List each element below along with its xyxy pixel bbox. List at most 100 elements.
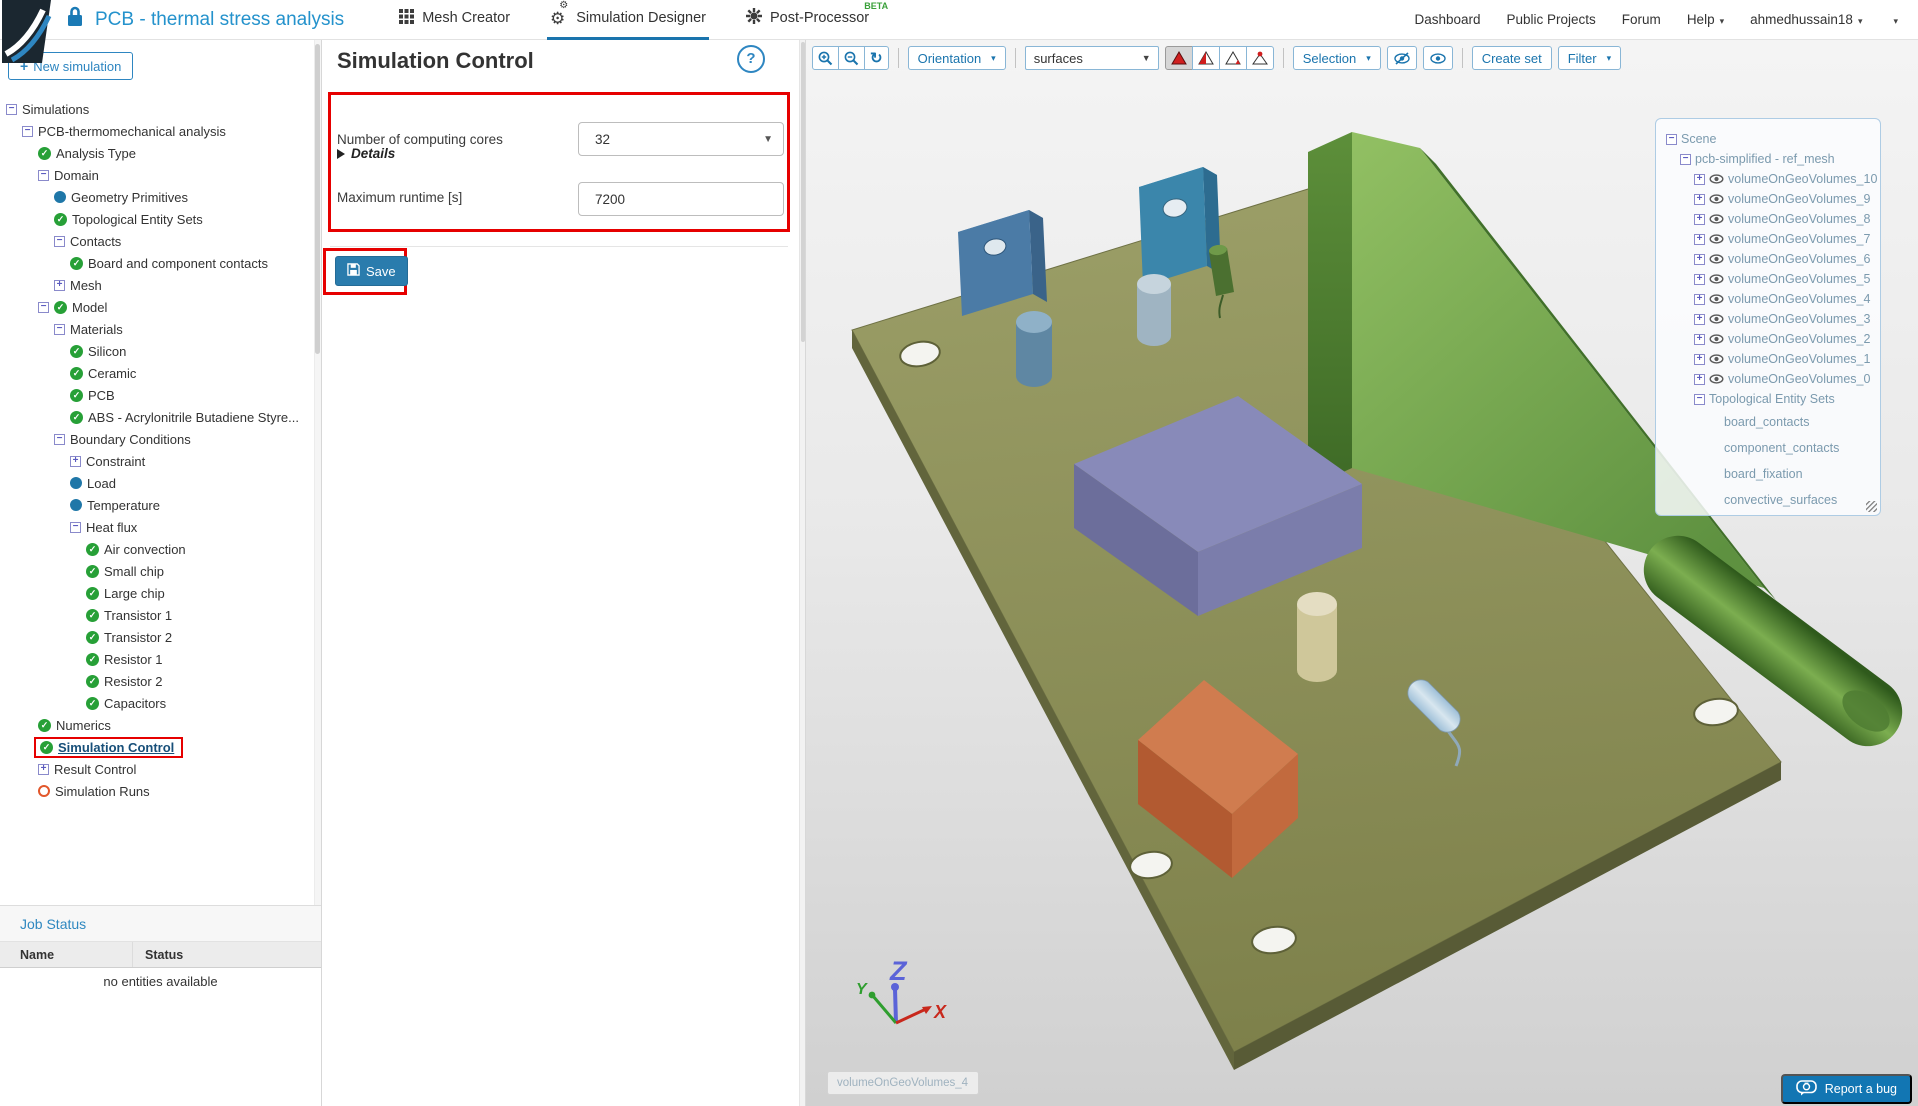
scene-item-volumeongeovolumes-10[interactable]: + volumeOnGeoVolumes_10	[1660, 169, 1880, 189]
tab-mesh-creator[interactable]: Mesh Creator	[396, 0, 513, 40]
scene-item-topological-entity-sets[interactable]: − Topological Entity Sets	[1660, 389, 1880, 409]
tree-item-analysis-type[interactable]: ✓ Analysis Type	[0, 142, 312, 164]
tree-item-transistor-1[interactable]: ✓ Transistor 1	[0, 604, 312, 626]
nav-user-menu[interactable]: ahmedhussain18 ▾	[1750, 12, 1862, 27]
visibility-eye-icon[interactable]	[1709, 274, 1724, 284]
expand-icon[interactable]: +	[1694, 193, 1705, 205]
scene-item-volumeongeovolumes-2[interactable]: + volumeOnGeoVolumes_2	[1660, 329, 1880, 349]
tree-item-result-control[interactable]: + Result Control	[0, 758, 312, 780]
filter-dropdown[interactable]: Filter ▾	[1557, 46, 1622, 70]
nav-help-menu[interactable]: Help ▾	[1687, 12, 1724, 27]
tree-item-model[interactable]: − ✓ Model	[0, 296, 312, 318]
expand-icon[interactable]: +	[38, 763, 49, 775]
create-set-button[interactable]: Create set	[1471, 46, 1552, 70]
expand-icon[interactable]: +	[1694, 233, 1705, 245]
nav-extra-menu[interactable]: ▾	[1888, 12, 1898, 27]
tree-item-simulation-control[interactable]: ✓ Simulation Control	[0, 736, 312, 758]
pick-nodes-button[interactable]	[1245, 46, 1274, 70]
details-toggle[interactable]: Details	[337, 146, 395, 161]
nav-forum[interactable]: Forum	[1622, 12, 1661, 27]
report-bug-button[interactable]: Report a bug	[1780, 1074, 1912, 1104]
visibility-eye-icon[interactable]	[1709, 354, 1724, 364]
refresh-icon[interactable]: ↻	[864, 46, 889, 70]
tree-item-materials[interactable]: − Materials	[0, 318, 312, 340]
tree-item-board-and-component-contacts[interactable]: ✓ Board and component contacts	[0, 252, 312, 274]
selection-dropdown[interactable]: Selection ▾	[1292, 46, 1381, 70]
tree-item-mesh[interactable]: + Mesh	[0, 274, 312, 296]
scene-item-volumeongeovolumes-3[interactable]: + volumeOnGeoVolumes_3	[1660, 309, 1880, 329]
expand-icon[interactable]: +	[70, 455, 81, 467]
collapse-icon[interactable]: −	[54, 235, 65, 247]
tree-item-small-chip[interactable]: ✓ Small chip	[0, 560, 312, 582]
tree-item-boundary-conditions[interactable]: − Boundary Conditions	[0, 428, 312, 450]
3d-viewport[interactable]: ↻ Orientation ▾ surfaces ▼ Selection ▾ C…	[806, 40, 1918, 1106]
expand-icon[interactable]: +	[1694, 333, 1705, 345]
visibility-eye-icon[interactable]	[1709, 254, 1724, 264]
pick-faces-button[interactable]	[1191, 46, 1220, 70]
nav-dashboard[interactable]: Dashboard	[1414, 12, 1480, 27]
expand-icon[interactable]: +	[54, 279, 65, 291]
scene-item-volumeongeovolumes-9[interactable]: + volumeOnGeoVolumes_9	[1660, 189, 1880, 209]
collapse-icon[interactable]: −	[1666, 133, 1677, 145]
tree-item-numerics[interactable]: ✓ Numerics	[0, 714, 312, 736]
scene-item-scene[interactable]: − Scene	[1660, 129, 1880, 149]
tree-item-pcb[interactable]: ✓ PCB	[0, 384, 312, 406]
tree-item-abs-acrylonitrile-butadiene-styre[interactable]: ✓ ABS - Acrylonitrile Butadiene Styre...	[0, 406, 312, 428]
sidebar-scrollbar[interactable]	[314, 40, 321, 905]
scene-item-component-contacts[interactable]: component_contacts	[1660, 435, 1880, 461]
nav-public-projects[interactable]: Public Projects	[1507, 12, 1596, 27]
panel-resize-handle[interactable]	[1866, 501, 1877, 512]
expand-icon[interactable]: +	[1694, 353, 1705, 365]
expand-icon[interactable]: +	[1694, 273, 1705, 285]
expand-icon[interactable]: +	[1694, 293, 1705, 305]
visibility-eye-icon[interactable]	[1709, 214, 1724, 224]
pick-edges-button[interactable]	[1218, 46, 1247, 70]
orientation-dropdown[interactable]: Orientation ▾	[907, 46, 1006, 70]
tree-item-simulations[interactable]: − Simulations	[0, 98, 312, 120]
tree-item-topological-entity-sets[interactable]: ✓ Topological Entity Sets	[0, 208, 312, 230]
scene-item-volumeongeovolumes-7[interactable]: + volumeOnGeoVolumes_7	[1660, 229, 1880, 249]
expand-icon[interactable]: +	[1694, 173, 1705, 185]
scene-item-board-fixation[interactable]: board_fixation	[1660, 461, 1880, 487]
tree-item-simulation-runs[interactable]: Simulation Runs	[0, 780, 312, 802]
zoom-in-button[interactable]	[812, 46, 839, 70]
hide-selection-button[interactable]	[1386, 46, 1417, 70]
tree-item-geometry-primitives[interactable]: Geometry Primitives	[0, 186, 312, 208]
tree-item-pcb-thermomechanical-analysis[interactable]: − PCB-thermomechanical analysis	[0, 120, 312, 142]
collapse-icon[interactable]: −	[22, 125, 33, 137]
expand-icon[interactable]: +	[1694, 313, 1705, 325]
panel-splitter[interactable]	[799, 40, 806, 1106]
tree-item-silicon[interactable]: ✓ Silicon	[0, 340, 312, 362]
collapse-icon[interactable]: −	[38, 169, 49, 181]
collapse-icon[interactable]: −	[54, 433, 65, 445]
tree-item-ceramic[interactable]: ✓ Ceramic	[0, 362, 312, 384]
tree-item-constraint[interactable]: + Constraint	[0, 450, 312, 472]
tree-item-resistor-1[interactable]: ✓ Resistor 1	[0, 648, 312, 670]
tree-item-transistor-2[interactable]: ✓ Transistor 2	[0, 626, 312, 648]
cores-select[interactable]: 32 ▼	[578, 122, 784, 156]
visibility-eye-icon[interactable]	[1709, 234, 1724, 244]
collapse-icon[interactable]: −	[6, 103, 17, 115]
tree-item-temperature[interactable]: Temperature	[0, 494, 312, 516]
show-selection-button[interactable]	[1422, 46, 1453, 70]
expand-icon[interactable]: +	[1694, 253, 1705, 265]
tree-item-contacts[interactable]: − Contacts	[0, 230, 312, 252]
zoom-out-button[interactable]	[838, 46, 865, 70]
visibility-eye-icon[interactable]	[1709, 194, 1724, 204]
scene-item-volumeongeovolumes-0[interactable]: + volumeOnGeoVolumes_0	[1660, 369, 1880, 389]
collapse-icon[interactable]: −	[1680, 153, 1691, 165]
scene-item-pcb-simplified-ref-mesh[interactable]: − pcb-simplified - ref_mesh	[1660, 149, 1880, 169]
scene-item-volumeongeovolumes-8[interactable]: + volumeOnGeoVolumes_8	[1660, 209, 1880, 229]
tree-item-air-convection[interactable]: ✓ Air convection	[0, 538, 312, 560]
tree-item-load[interactable]: Load	[0, 472, 312, 494]
scene-item-board-contacts[interactable]: board_contacts	[1660, 409, 1880, 435]
save-button[interactable]: Save	[335, 256, 408, 286]
visibility-eye-icon[interactable]	[1709, 174, 1724, 184]
visibility-eye-icon[interactable]	[1709, 334, 1724, 344]
expand-icon[interactable]: +	[1694, 373, 1705, 385]
scene-item-convective-surfaces[interactable]: convective_surfaces	[1660, 487, 1880, 513]
tab-simulation-designer[interactable]: ⚙ ⚙ Simulation Designer	[547, 0, 710, 40]
collapse-icon[interactable]: −	[70, 521, 81, 533]
tab-post-processor[interactable]: Post-Processor BETA	[743, 0, 888, 40]
tree-item-heat-flux[interactable]: − Heat flux	[0, 516, 312, 538]
